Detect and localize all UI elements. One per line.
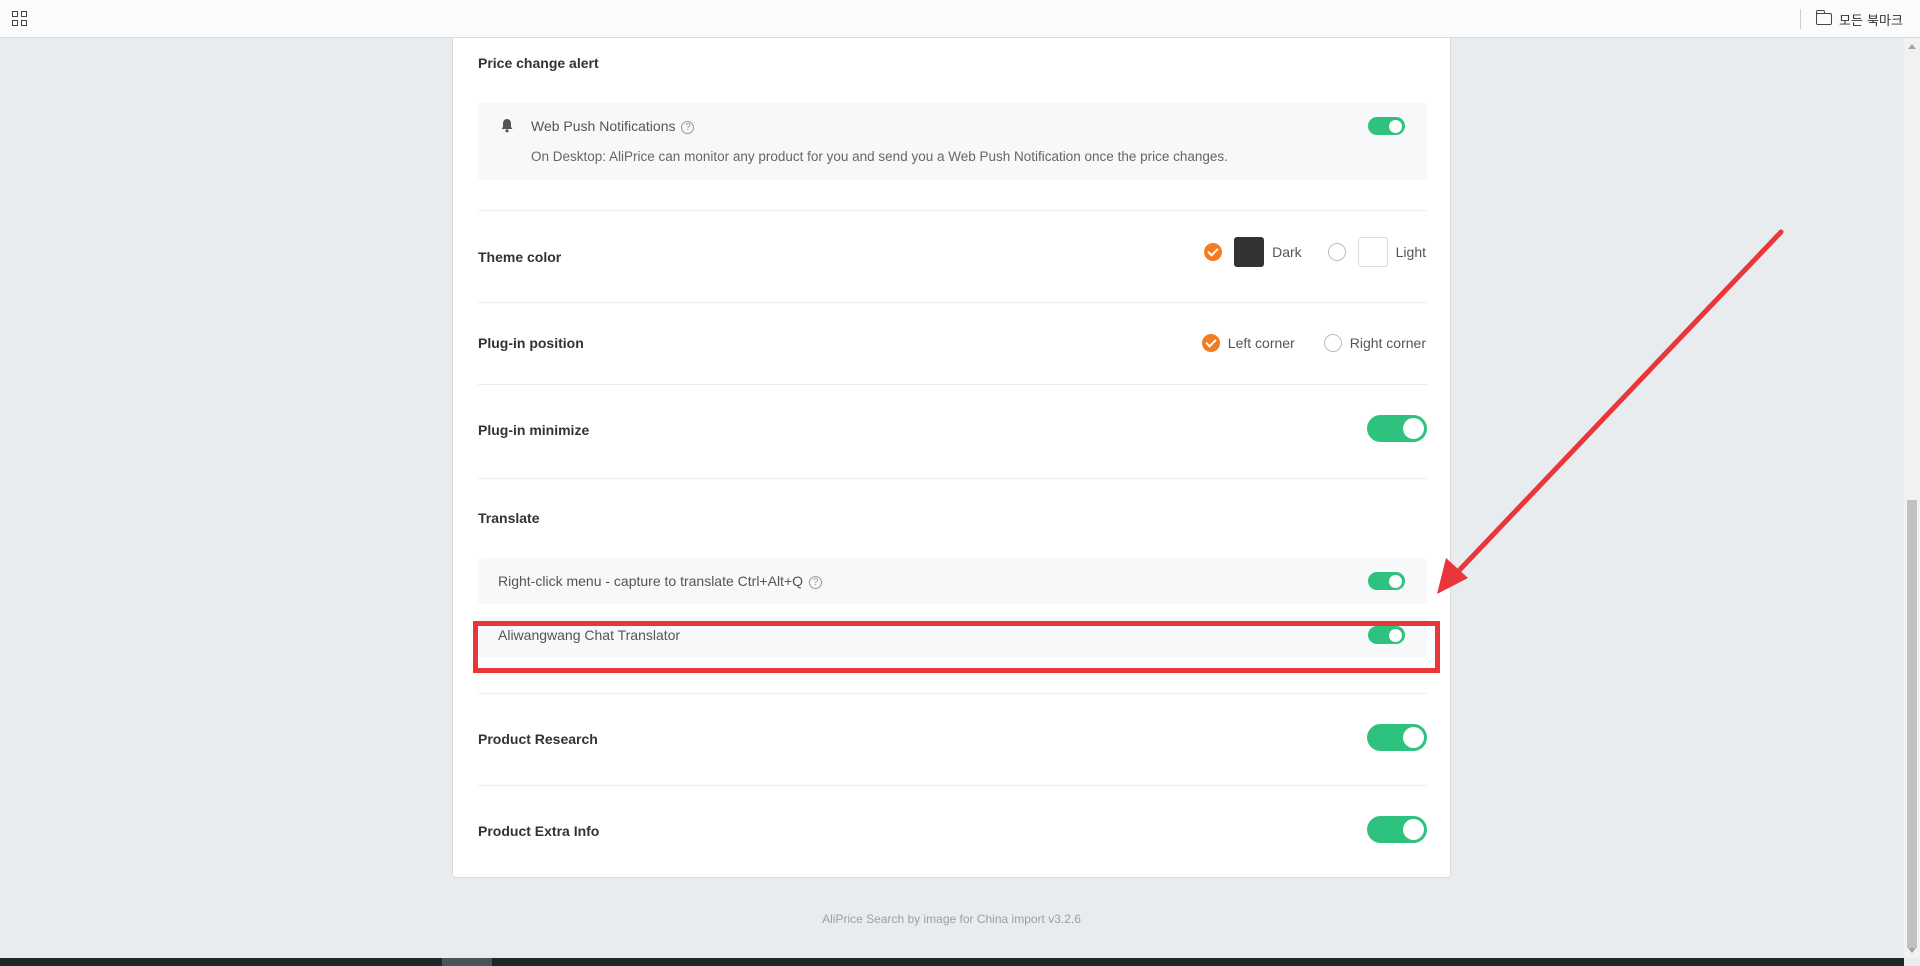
- bookmark-separator: [1800, 9, 1801, 29]
- divider: [478, 302, 1427, 303]
- web-push-box: Web Push Notifications? On Desktop: AliP…: [478, 103, 1427, 180]
- bell-icon: [501, 119, 513, 133]
- product-extra-info-toggle[interactable]: [1367, 816, 1427, 843]
- plugin-minimize-title: Plug-in minimize: [478, 422, 590, 438]
- annotation-highlight-box: [473, 621, 1440, 673]
- theme-options: Dark Light: [1204, 237, 1426, 267]
- footer-version: AliPrice Search by image for China impor…: [822, 912, 1081, 926]
- right-corner-radio[interactable]: [1323, 334, 1342, 352]
- theme-light-radio[interactable]: [1327, 243, 1346, 261]
- left-corner-radio[interactable]: [1201, 334, 1220, 352]
- toggle-knob: [1403, 819, 1424, 840]
- translate-title: Translate: [478, 510, 540, 526]
- web-push-description: On Desktop: AliPrice can monitor any pro…: [531, 149, 1228, 164]
- web-push-label: Web Push Notifications: [531, 118, 676, 134]
- right-corner-label[interactable]: Right corner: [1350, 335, 1426, 351]
- right-click-toggle[interactable]: [1368, 572, 1405, 590]
- web-push-row: Web Push Notifications?: [531, 118, 695, 134]
- theme-dark-label[interactable]: Dark: [1272, 244, 1302, 260]
- product-research-toggle[interactable]: [1367, 724, 1427, 751]
- left-corner-label[interactable]: Left corner: [1228, 335, 1295, 351]
- help-icon[interactable]: ?: [681, 121, 695, 134]
- scroll-up-icon[interactable]: [1908, 44, 1916, 49]
- toggle-knob: [1389, 574, 1402, 588]
- annotation-arrow: [1437, 229, 1784, 594]
- plugin-position-title: Plug-in position: [478, 335, 584, 351]
- divider: [478, 478, 1427, 479]
- plugin-position-options: Left corner Right corner: [1201, 334, 1426, 352]
- taskbar-active-item[interactable]: [442, 958, 492, 966]
- toggle-knob: [1403, 727, 1424, 748]
- right-click-label: Right-click menu - capture to translate …: [498, 573, 804, 589]
- product-extra-info-title: Product Extra Info: [478, 823, 600, 839]
- help-icon[interactable]: ?: [809, 576, 823, 589]
- scroll-thumb[interactable]: [1907, 500, 1917, 948]
- web-push-toggle[interactable]: [1368, 117, 1405, 135]
- vertical-scrollbar[interactable]: [1904, 38, 1920, 958]
- divider: [478, 785, 1427, 786]
- theme-color-title: Theme color: [478, 249, 562, 265]
- toggle-knob: [1389, 119, 1402, 133]
- divider: [478, 384, 1427, 385]
- folder-label: 모든 북마크: [1839, 13, 1903, 29]
- product-research-title: Product Research: [478, 731, 598, 747]
- theme-dark-radio[interactable]: [1204, 243, 1223, 261]
- light-swatch[interactable]: [1357, 237, 1388, 267]
- price-alert-title: Price change alert: [478, 55, 599, 71]
- plugin-minimize-toggle[interactable]: [1367, 415, 1427, 442]
- divider: [478, 693, 1427, 694]
- taskbar: [0, 958, 1904, 966]
- folder-icon: [1815, 10, 1832, 25]
- bookmark-bar: 모든 북마크: [0, 0, 1920, 38]
- settings-card: Price change alert Web Push Notification…: [452, 38, 1451, 878]
- dark-swatch[interactable]: [1234, 237, 1265, 267]
- apps-grid-icon[interactable]: [12, 11, 28, 27]
- all-bookmarks-folder[interactable]: 모든 북마크: [1815, 9, 1903, 29]
- divider: [478, 210, 1427, 211]
- right-click-row: Right-click menu - capture to translate …: [498, 573, 823, 589]
- scroll-down-icon[interactable]: [1908, 948, 1916, 953]
- right-click-translate-row: Right-click menu - capture to translate …: [478, 558, 1427, 604]
